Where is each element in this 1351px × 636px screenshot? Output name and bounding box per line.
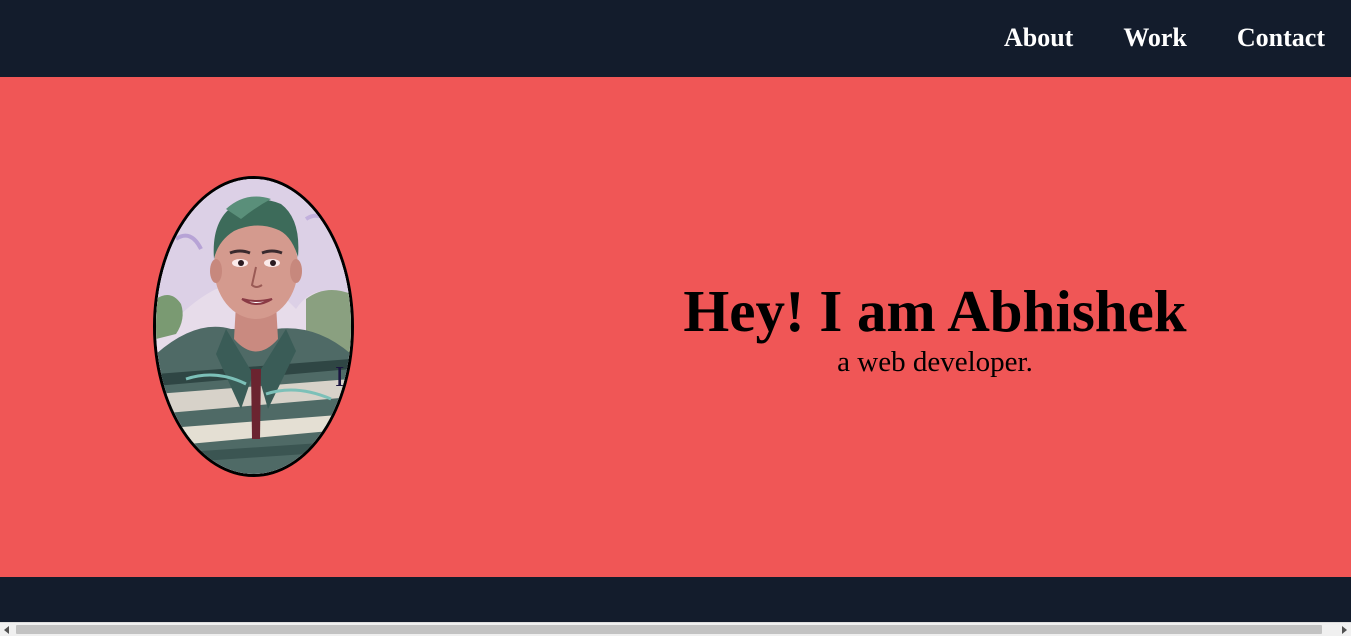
nav-link-contact[interactable]: Contact	[1237, 24, 1325, 51]
navbar: About Work Contact	[0, 0, 1351, 77]
profile-photo	[153, 176, 354, 477]
chevron-left-icon[interactable]	[4, 626, 9, 634]
footer	[0, 577, 1351, 622]
nav-links: About Work Contact	[954, 0, 1325, 77]
hero-greeting: Hey! I am Abhishek a web developer.	[520, 277, 1350, 379]
hero-headline: Hey! I am Abhishek	[683, 278, 1187, 344]
profile-photo-art	[156, 179, 351, 474]
horizontal-scrollbar[interactable]	[0, 622, 1351, 636]
nav-link-work[interactable]: Work	[1123, 24, 1187, 51]
hero-subline: a web developer.	[837, 346, 1033, 378]
stray-glyph: I	[335, 362, 345, 393]
chevron-right-icon[interactable]	[1342, 626, 1347, 634]
scrollbar-thumb[interactable]	[16, 625, 1322, 634]
hero-section: I Hey! I am Abhishek a web developer.	[0, 77, 1351, 577]
nav-link-about[interactable]: About	[1004, 24, 1073, 51]
